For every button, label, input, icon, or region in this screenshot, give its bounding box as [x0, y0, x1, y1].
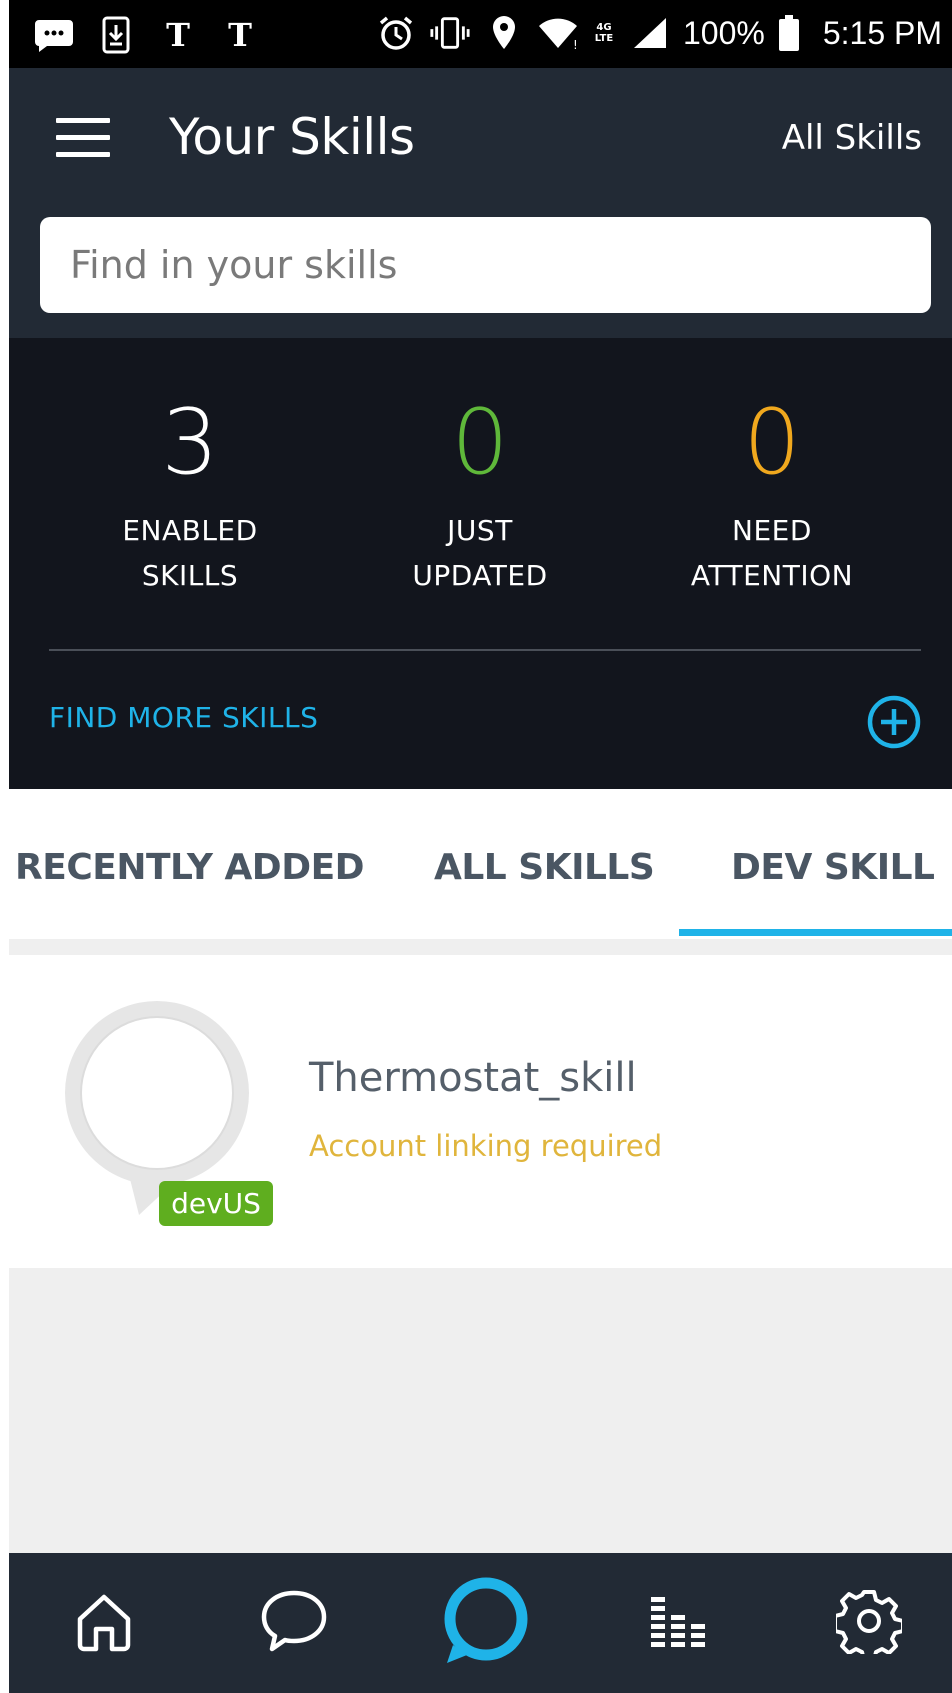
svg-text:T: T — [228, 16, 252, 54]
tab-dev-skill[interactable]: DEV SKILL — [731, 847, 935, 888]
stat-label: NEED ATTENTION — [690, 514, 854, 592]
location-icon — [483, 12, 525, 54]
stat-value: 3 — [161, 390, 219, 495]
skill-tabs: RECENTLY ADDED ALL SKILLS DEV SKILL — [9, 789, 952, 939]
vibrate-icon — [429, 12, 471, 54]
download-icon — [95, 14, 137, 56]
nyt-icon: T — [219, 14, 261, 56]
stat-need-attention[interactable]: 0 NEED ATTENTION — [622, 388, 922, 598]
skill-status: Account linking required — [309, 1129, 663, 1163]
skill-name: Thermostat_skill — [309, 1055, 637, 1101]
stat-label: ENABLED SKILLS — [122, 514, 258, 592]
battery-icon — [777, 12, 801, 54]
nyt-icon: T — [157, 14, 199, 56]
region-badge: devUS — [159, 1181, 273, 1226]
search-bar[interactable] — [40, 217, 931, 313]
wifi-icon: ! — [537, 12, 579, 54]
skills-stats-panel: 3 ENABLED SKILLS 0 JUST UPDATED 0 NEED A… — [9, 338, 952, 789]
alarm-icon — [375, 12, 417, 54]
skill-list-item[interactable]: devUS Thermostat_skill Account linking r… — [9, 955, 952, 1268]
stat-value: 0 — [743, 390, 801, 495]
clock: 5:15 PM — [822, 14, 942, 51]
signal-icon — [629, 12, 671, 54]
phone-screen: T T ! 4G LTE 100% 5:15 PM Your Skills Al… — [9, 0, 952, 1693]
tab-all-skills[interactable]: ALL SKILLS — [434, 847, 655, 888]
svg-text:!: ! — [573, 38, 578, 50]
stat-just-updated[interactable]: 0 JUST UPDATED — [330, 388, 630, 598]
status-notifications: T T — [33, 14, 261, 56]
equalizer-icon[interactable] — [639, 1581, 719, 1661]
battery-level: 100% — [682, 14, 765, 51]
status-system: ! 4G LTE 100% 5:15 PM — [375, 12, 942, 54]
svg-text:T: T — [166, 16, 190, 54]
chat-bubble-icon[interactable] — [254, 1581, 334, 1661]
active-tab-indicator — [679, 929, 952, 936]
stat-value: 0 — [451, 390, 509, 495]
hamburger-menu-icon[interactable] — [56, 118, 110, 158]
find-more-skills-link[interactable]: FIND MORE SKILLS — [49, 701, 318, 734]
status-bar: T T ! 4G LTE 100% 5:15 PM — [9, 0, 952, 68]
network-label: 4G LTE — [594, 22, 614, 44]
search-input[interactable] — [70, 243, 931, 287]
gear-icon[interactable] — [829, 1581, 909, 1661]
divider — [49, 649, 921, 651]
home-icon[interactable] — [64, 1581, 144, 1661]
app-header: Your Skills All Skills — [9, 68, 952, 338]
alexa-ring-icon[interactable] — [439, 1575, 533, 1669]
stat-label: JUST UPDATED — [412, 514, 548, 592]
bottom-navigation — [9, 1553, 952, 1693]
page-title: Your Skills — [169, 108, 415, 166]
all-skills-link[interactable]: All Skills — [782, 118, 922, 158]
message-icon — [33, 14, 75, 56]
tab-recently-added[interactable]: RECENTLY ADDED — [15, 847, 365, 888]
stat-enabled-skills[interactable]: 3 ENABLED SKILLS — [40, 388, 340, 598]
plus-circle-icon[interactable] — [866, 694, 922, 750]
